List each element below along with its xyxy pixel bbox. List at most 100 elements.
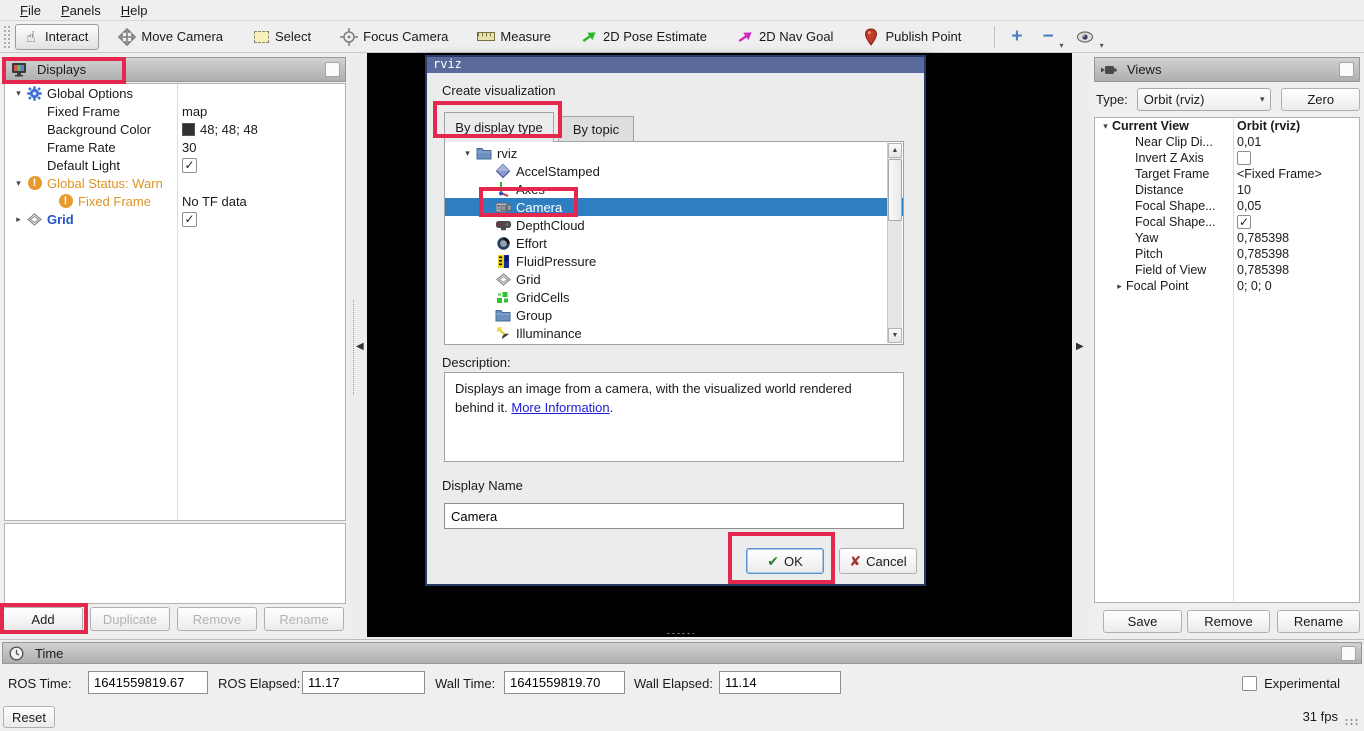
row-background-color[interactable]: Background Color 48; 48; 48 [5,120,345,138]
row-focal-shape-fixed[interactable]: Focal Shape... ✓ [1095,214,1359,230]
displays-panel-header[interactable]: Displays [4,57,346,82]
row-global-status[interactable]: ▾ ! Global Status: Warn [5,174,345,192]
ros-elapsed-input[interactable] [302,671,425,694]
expand-arrow-icon[interactable]: ▸ [1113,281,1126,292]
tab-by-topic[interactable]: By topic [558,116,634,142]
property-value[interactable]: 0,01 [1237,134,1261,150]
property-value[interactable]: map [182,102,207,120]
cancel-button[interactable]: ✘ Cancel [839,548,917,574]
row-global-options[interactable]: ▾ Global Options [5,84,345,102]
property-value[interactable]: 0,785398 [1237,262,1289,278]
row-pitch[interactable]: Pitch 0,785398 [1095,246,1359,262]
expand-arrow-icon[interactable]: ▾ [460,148,475,159]
tab-by-display-type[interactable]: By display type [444,112,554,142]
row-focal-point[interactable]: ▸ Focal Point 0; 0; 0 [1095,278,1359,294]
display-name-input[interactable] [444,503,904,529]
tree-row-accelstamped[interactable]: AccelStamped [445,162,903,180]
menu-panels[interactable]: Panels [51,2,111,19]
expand-arrow-icon[interactable]: ▾ [1099,121,1112,132]
property-value[interactable]: 0; 0; 0 [1237,278,1272,294]
property-value[interactable]: 0,785398 [1237,230,1289,246]
property-value[interactable]: 10 [1237,182,1251,198]
tree-row-effort[interactable]: Effort [445,234,903,252]
viewport-resize-handle[interactable] [666,632,694,635]
nav-goal-tool-button[interactable]: 2D Nav Goal [730,24,843,50]
tree-row-fluidpressure[interactable]: FluidPressure [445,252,903,270]
view-type-dropdown[interactable]: Orbit (rviz) ▾ [1137,88,1272,111]
grid-checkbox[interactable]: ✓ [182,212,197,227]
tree-row-grid[interactable]: Grid [445,270,903,288]
expand-arrow-icon[interactable]: ▸ [11,214,26,225]
dialog-titlebar[interactable]: rviz [427,57,924,73]
more-information-link[interactable]: More Information [511,400,609,415]
tree-row-rviz[interactable]: ▾ rviz [445,144,903,162]
displays-panel-checkbox[interactable] [325,62,340,77]
expand-arrow-icon[interactable]: ▾ [11,88,26,99]
experimental-checkbox[interactable] [1242,676,1257,691]
row-status-fixed-frame[interactable]: ! Fixed Frame No TF data [5,192,345,210]
views-panel-checkbox[interactable] [1339,62,1354,77]
tree-row-group[interactable]: Group [445,306,903,324]
row-invert-z[interactable]: Invert Z Axis [1095,150,1359,166]
scroll-down-arrow-icon[interactable]: ▼ [888,328,902,343]
row-fixed-frame[interactable]: Fixed Frame map [5,102,345,120]
select-tool-button[interactable]: Select [246,24,321,50]
wall-elapsed-input[interactable] [719,671,841,694]
ros-time-input[interactable] [88,671,208,694]
add-tool-button[interactable]: + [1005,24,1032,50]
tree-row-axes[interactable]: Axes [445,180,903,198]
property-value[interactable]: 48; 48; 48 [182,120,258,138]
invert-z-checkbox[interactable] [1237,151,1251,165]
row-focal-shape-size[interactable]: Focal Shape... 0,05 [1095,198,1359,214]
row-distance[interactable]: Distance 10 [1095,182,1359,198]
tree-row-gridcells[interactable]: GridCells [445,288,903,306]
zero-button[interactable]: Zero [1281,88,1360,111]
tool-properties-button[interactable] [1070,24,1104,50]
scroll-up-arrow-icon[interactable]: ▲ [888,143,902,158]
add-button[interactable]: Add [3,607,83,631]
menu-help[interactable]: Help [111,2,158,19]
remove-button[interactable]: Remove [177,607,257,631]
window-resize-grip[interactable] [1344,718,1360,727]
rename-view-button[interactable]: Rename [1277,610,1360,633]
wall-time-input[interactable] [504,671,625,694]
collapse-left-arrow-icon[interactable]: ◀ [356,341,364,352]
remove-view-button[interactable]: Remove [1187,610,1270,633]
tree-row-camera-selected[interactable]: Camera [445,198,903,216]
expand-arrow-icon[interactable]: ▾ [11,178,26,189]
row-near-clip[interactable]: Near Clip Di... 0,01 [1095,134,1359,150]
move-camera-tool-button[interactable]: Move Camera [112,24,233,50]
ok-button[interactable]: ✔ OK [746,548,824,574]
collapse-right-arrow-icon[interactable]: ▶ [1076,341,1084,352]
remove-tool-dropdown-arrow[interactable]: ▾ [1060,41,1064,50]
property-value[interactable]: 30 [182,138,196,156]
tree-scrollbar[interactable]: ▲ ▼ [887,143,902,343]
row-yaw[interactable]: Yaw 0,785398 [1095,230,1359,246]
menu-file[interactable]: File [10,2,51,19]
save-view-button[interactable]: Save [1103,610,1182,633]
row-grid-display[interactable]: ▸ Grid ✓ [5,210,345,228]
tree-row-illuminance[interactable]: Illuminance [445,324,903,342]
row-target-frame[interactable]: Target Frame <Fixed Frame> [1095,166,1359,182]
row-frame-rate[interactable]: Frame Rate 30 [5,138,345,156]
views-panel-header[interactable]: Views [1094,57,1360,82]
eye-dropdown-arrow[interactable]: ▾ [1100,41,1104,50]
property-value[interactable]: 0,785398 [1237,246,1289,262]
time-panel-checkbox[interactable] [1341,646,1356,661]
scrollbar-thumb[interactable] [888,159,902,221]
publish-point-tool-button[interactable]: Publish Point [856,24,971,50]
time-panel-header[interactable]: Time [2,642,1362,664]
measure-tool-button[interactable]: Measure [471,24,561,50]
default-light-checkbox[interactable]: ✓ [182,158,197,173]
tree-row-depthcloud[interactable]: DepthCloud [445,216,903,234]
row-current-view[interactable]: ▾ Current View Orbit (rviz) [1095,118,1359,134]
duplicate-button[interactable]: Duplicate [90,607,170,631]
left-splitter[interactable] [353,300,354,395]
row-default-light[interactable]: Default Light ✓ [5,156,345,174]
property-value[interactable]: 0,05 [1237,198,1261,214]
toolbar-grip-handle[interactable] [3,25,10,49]
interact-tool-button[interactable]: ☝ Interact [15,24,99,50]
focal-shape-checkbox[interactable]: ✓ [1237,215,1251,229]
focus-camera-tool-button[interactable]: Focus Camera [334,24,458,50]
reset-button[interactable]: Reset [3,706,55,728]
